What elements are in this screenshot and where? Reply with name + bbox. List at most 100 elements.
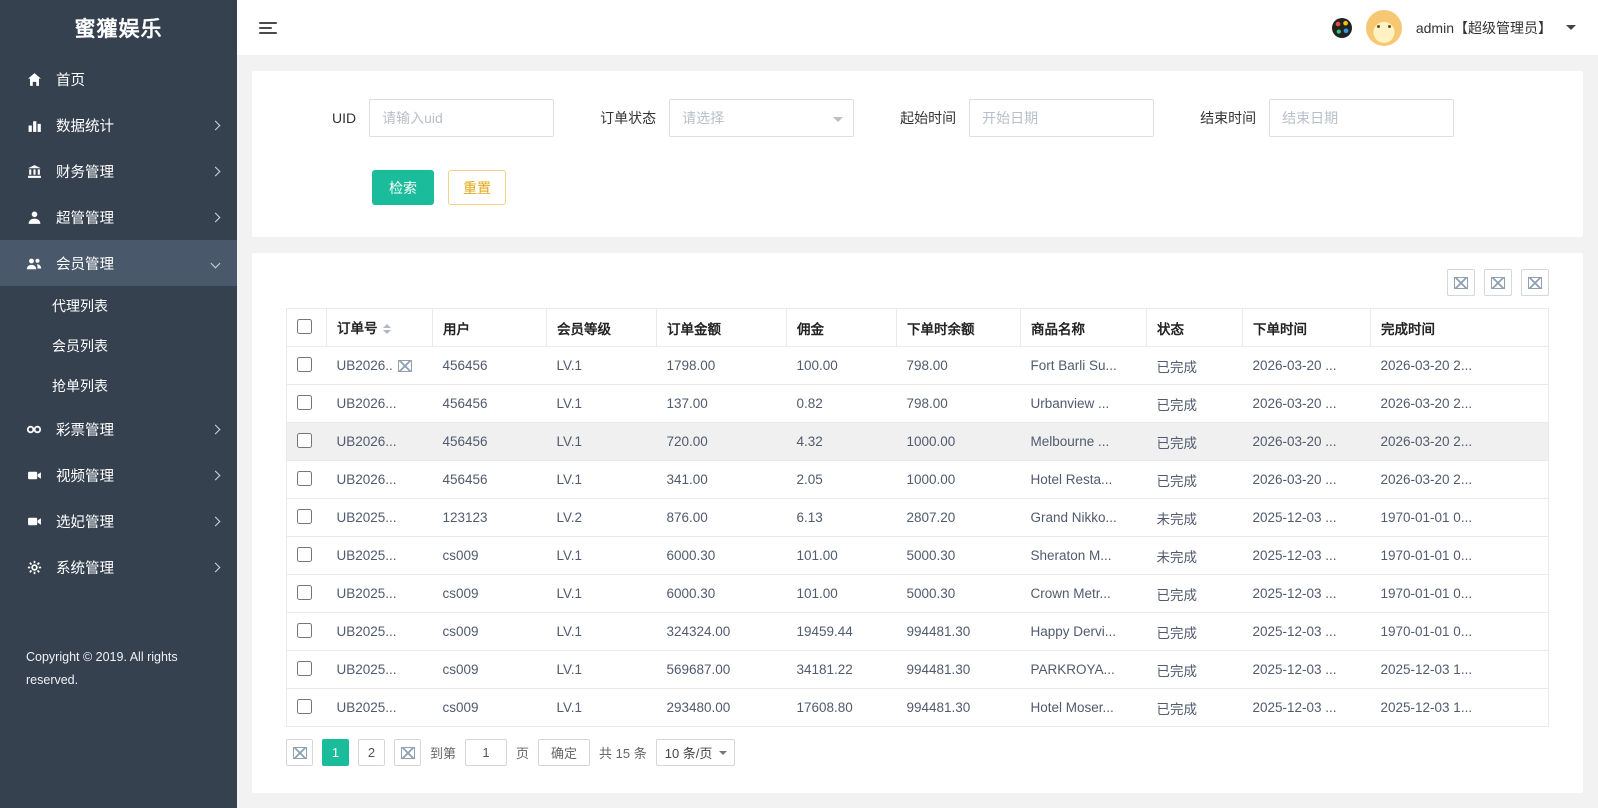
- toolbar-broken-image-icon-1[interactable]: [1447, 269, 1475, 296]
- row-checkbox[interactable]: [297, 433, 312, 448]
- toolbar-broken-image-icon-3[interactable]: [1521, 269, 1549, 296]
- page-button-1[interactable]: 1: [322, 739, 349, 766]
- select-caret-icon: [833, 117, 843, 127]
- cell-level: LV.1: [547, 385, 657, 423]
- end-time-label: 结束时间: [1200, 108, 1256, 128]
- page-button-2[interactable]: 2: [358, 739, 385, 766]
- cell-status: 已完成: [1147, 423, 1243, 461]
- sidebar-item-members[interactable]: 会员管理: [0, 240, 237, 286]
- next-page-button[interactable]: [394, 739, 421, 766]
- cell-status: 未完成: [1147, 499, 1243, 537]
- order-status-select[interactable]: 请选择: [669, 99, 854, 137]
- sidebar-subitem-agent-list[interactable]: 代理列表: [0, 286, 237, 326]
- cell-commission: 4.32: [787, 423, 897, 461]
- sidebar-item-video[interactable]: 视频管理: [0, 452, 237, 498]
- row-checkbox[interactable]: [297, 661, 312, 676]
- cell-balance: 1000.00: [897, 423, 1021, 461]
- column-header-order-no[interactable]: 订单号: [327, 309, 433, 347]
- sidebar-item-lottery[interactable]: 彩票管理: [0, 406, 237, 452]
- cell-order-no: UB2025...: [327, 651, 433, 689]
- cell-amount: 293480.00: [657, 689, 787, 727]
- table-row: UB2025... cs009 LV.1 6000.30 101.00 5000…: [287, 537, 1549, 575]
- cell-commission: 6.13: [787, 499, 897, 537]
- cell-user: cs009: [433, 537, 547, 575]
- theme-palette-icon[interactable]: [1332, 18, 1352, 38]
- user-menu-caret-icon[interactable]: [1566, 25, 1576, 35]
- cell-finish-time: 2025-12-03 1...: [1371, 651, 1549, 689]
- jump-page-input[interactable]: [465, 739, 507, 766]
- reset-button[interactable]: 重置: [448, 170, 506, 205]
- row-checkbox-cell: [287, 499, 327, 537]
- sidebar-item-home[interactable]: 首页: [0, 56, 237, 102]
- row-checkbox[interactable]: [297, 471, 312, 486]
- select-all-checkbox[interactable]: [297, 319, 312, 334]
- order-status-placeholder: 请选择: [682, 108, 724, 128]
- user-avatar[interactable]: [1366, 10, 1402, 46]
- row-checkbox-cell: [287, 347, 327, 385]
- cell-order-time: 2025-12-03 ...: [1243, 651, 1371, 689]
- table-row: UB2025... cs009 LV.1 293480.00 17608.80 …: [287, 689, 1549, 727]
- order-status-label: 订单状态: [600, 108, 656, 128]
- menu-toggle-icon[interactable]: [259, 19, 277, 37]
- cell-order-time: 2026-03-20 ...: [1243, 347, 1371, 385]
- cell-level: LV.1: [547, 347, 657, 385]
- toolbar-broken-image-icon-2[interactable]: [1484, 269, 1512, 296]
- jump-confirm-button[interactable]: 确定: [538, 739, 590, 766]
- sidebar-item-stats[interactable]: 数据统计: [0, 102, 237, 148]
- sidebar-item-concubine[interactable]: 选妃管理: [0, 498, 237, 544]
- sidebar: 蜜獾娱乐 首页 数据统计 财务管理 超管管理: [0, 0, 237, 808]
- cell-user: 456456: [433, 461, 547, 499]
- broken-image-icon: [401, 747, 415, 759]
- sidebar-item-finance[interactable]: 财务管理: [0, 148, 237, 194]
- filter-panel: UID 订单状态 请选择 起始时间 结束时间: [252, 71, 1583, 237]
- row-checkbox[interactable]: [297, 623, 312, 638]
- table-row: UB2025... cs009 LV.1 324324.00 19459.44 …: [287, 613, 1549, 651]
- cell-user: 123123: [433, 499, 547, 537]
- sidebar-item-admin[interactable]: 超管管理: [0, 194, 237, 240]
- row-checkbox-cell: [287, 651, 327, 689]
- pagination: 1 2 到第 页 确定 共 15 条 10 条/页: [286, 739, 1549, 766]
- row-checkbox-cell: [287, 423, 327, 461]
- cell-commission: 34181.22: [787, 651, 897, 689]
- cell-amount: 324324.00: [657, 613, 787, 651]
- row-checkbox[interactable]: [297, 395, 312, 410]
- search-button[interactable]: 检索: [372, 170, 434, 205]
- select-caret-icon: [719, 751, 727, 759]
- cell-finish-time: 1970-01-01 0...: [1371, 575, 1549, 613]
- sort-icon[interactable]: [383, 320, 391, 338]
- prev-page-button[interactable]: [286, 739, 313, 766]
- sidebar-item-label: 彩票管理: [56, 419, 212, 440]
- sidebar-subitem-grab-order-list[interactable]: 抢单列表: [0, 366, 237, 406]
- uid-input[interactable]: [369, 99, 554, 137]
- row-checkbox[interactable]: [297, 357, 312, 372]
- user-icon: [26, 209, 42, 225]
- sidebar-item-label: 视频管理: [56, 465, 212, 486]
- cell-order-time: 2025-12-03 ...: [1243, 575, 1371, 613]
- sidebar-subitem-member-list[interactable]: 会员列表: [0, 326, 237, 366]
- per-page-select[interactable]: 10 条/页: [656, 739, 736, 766]
- cell-balance: 5000.30: [897, 537, 1021, 575]
- cell-commission: 19459.44: [787, 613, 897, 651]
- orders-table-panel: 订单号 用户 会员等级 订单金额 佣金 下单时余额 商品名称 状态 下单时间 完…: [252, 253, 1583, 793]
- row-checkbox[interactable]: [297, 585, 312, 600]
- row-checkbox[interactable]: [297, 547, 312, 562]
- sidebar-item-label: 系统管理: [56, 557, 212, 578]
- cell-balance: 994481.30: [897, 651, 1021, 689]
- cell-status: 已完成: [1147, 461, 1243, 499]
- chevron-right-icon: [211, 212, 221, 222]
- cell-order-no: UB2025...: [327, 499, 433, 537]
- cell-user: 456456: [433, 423, 547, 461]
- sidebar-menu: 首页 数据统计 财务管理 超管管理 会: [0, 56, 237, 590]
- end-date-input[interactable]: [1269, 99, 1454, 137]
- row-checkbox[interactable]: [297, 699, 312, 714]
- cell-balance: 994481.30: [897, 689, 1021, 727]
- start-date-input[interactable]: [969, 99, 1154, 137]
- cell-finish-time: 2026-03-20 2...: [1371, 461, 1549, 499]
- per-page-value: 10 条/页: [665, 743, 713, 762]
- table-body: UB2026.. 456456 LV.1 1798.00 100.00 798.…: [287, 347, 1549, 727]
- row-checkbox[interactable]: [297, 509, 312, 524]
- table-toolbar: [286, 269, 1549, 296]
- filter-buttons: 检索 重置: [372, 170, 1553, 205]
- sidebar-item-system[interactable]: 系统管理: [0, 544, 237, 590]
- current-user-label[interactable]: admin【超级管理员】: [1416, 18, 1552, 38]
